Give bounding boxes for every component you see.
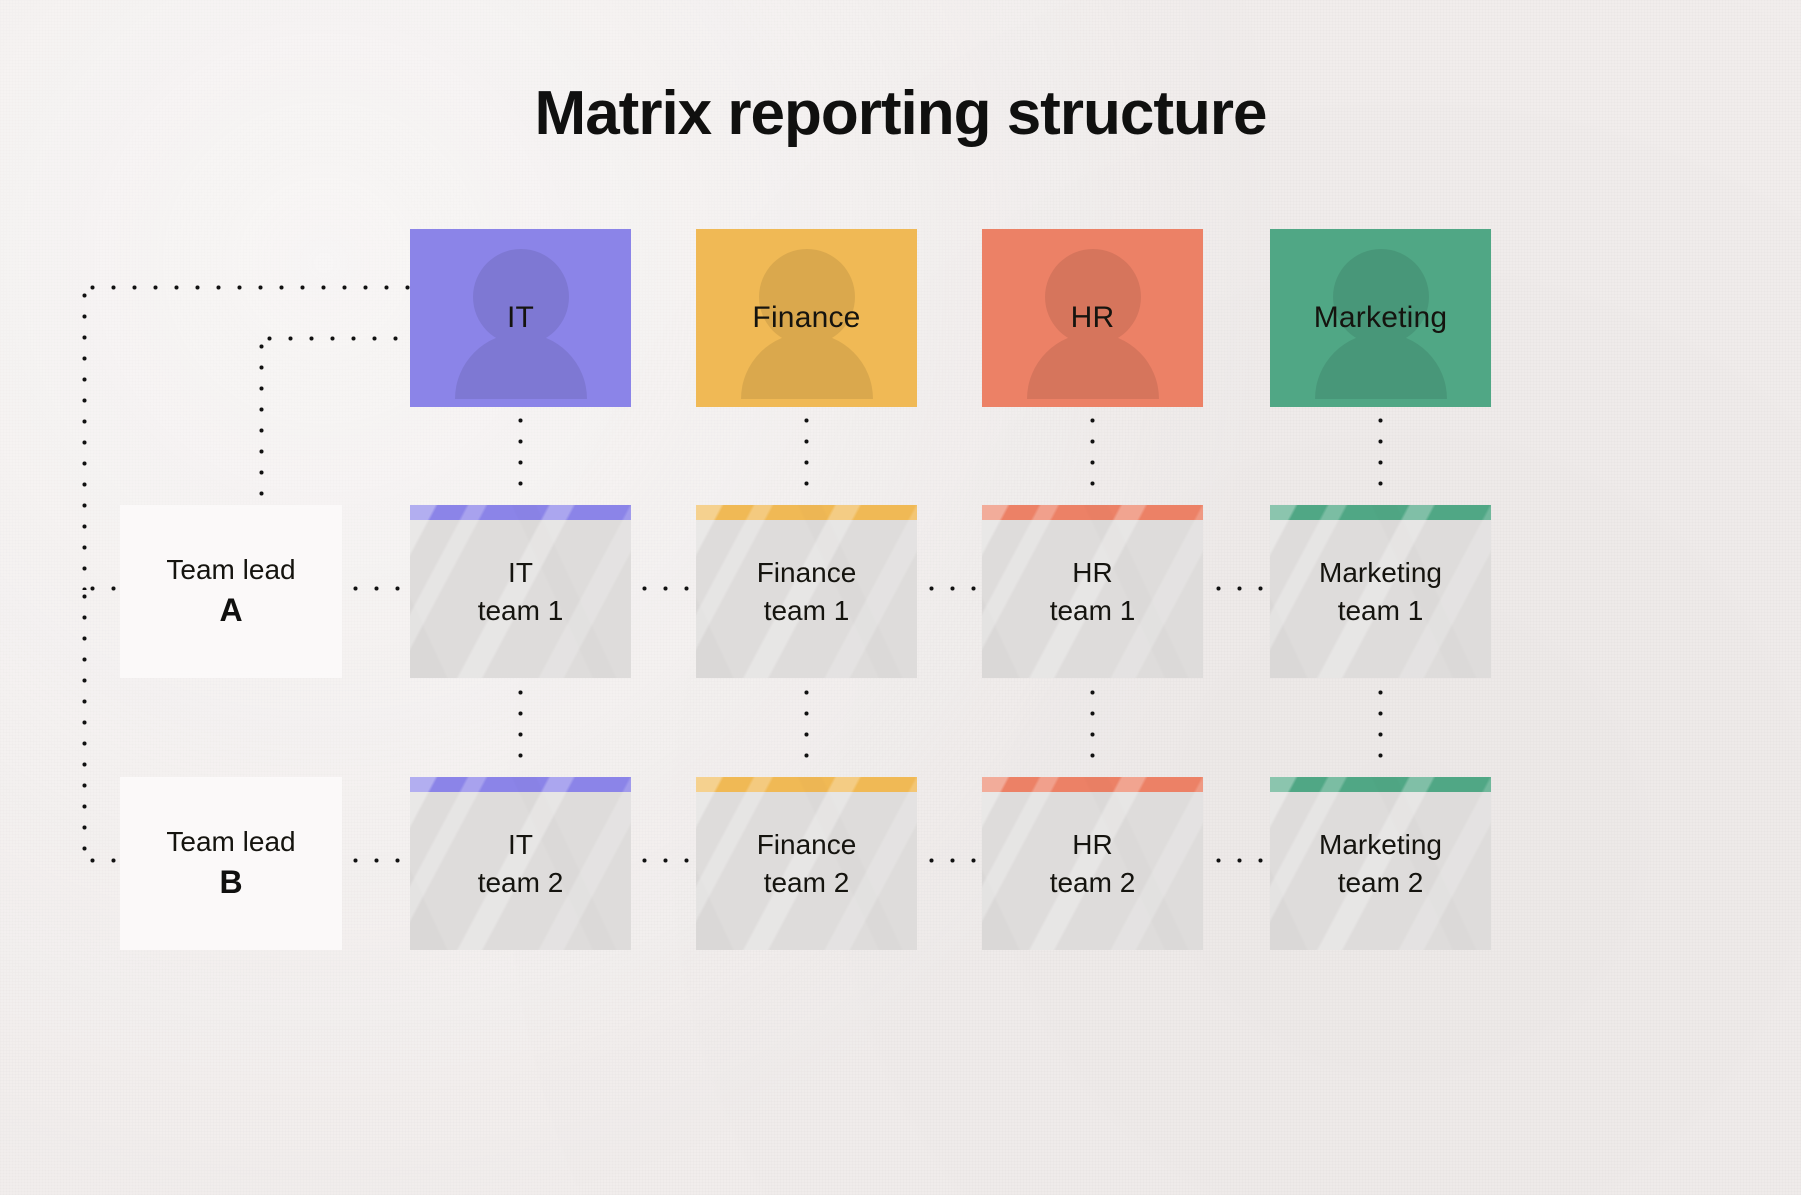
team-box-team: team 1 xyxy=(1337,594,1424,626)
connector-finance-team1-to-team2 xyxy=(804,682,809,772)
team-box-dept: IT xyxy=(508,829,533,861)
connector-lead-a-branch-horizontal xyxy=(82,586,124,591)
team-box-stripe xyxy=(410,777,631,792)
team-box-hr-2[interactable]: HR team 2 xyxy=(982,777,1203,950)
team-box-team: team 1 xyxy=(763,594,850,626)
team-box-team: team 1 xyxy=(477,594,564,626)
connector-lead-a-top-horizontal xyxy=(82,285,414,290)
team-box-stripe xyxy=(410,505,631,520)
connector-row1-lead-to-it xyxy=(345,586,409,591)
team-box-dept: Marketing xyxy=(1319,829,1442,861)
connector-lead-a-left-vertical xyxy=(82,285,87,590)
team-box-team: team 2 xyxy=(763,866,850,898)
team-box-dept: Finance xyxy=(756,557,857,589)
dept-header-label: IT xyxy=(506,301,535,334)
team-box-it-2[interactable]: IT team 2 xyxy=(410,777,631,950)
team-box-stripe xyxy=(982,777,1203,792)
team-box-finance-2[interactable]: Finance team 2 xyxy=(696,777,917,950)
team-box-dept: IT xyxy=(508,557,533,589)
team-box-team: team 1 xyxy=(1049,594,1136,626)
connector-row1-it-to-finance xyxy=(634,586,694,591)
dept-header-finance[interactable]: Finance xyxy=(696,229,917,407)
diagram-canvas: Matrix reporting structure IT Finance HR… xyxy=(0,0,1801,1195)
connector-row2-it-to-finance xyxy=(634,858,694,863)
team-box-stripe xyxy=(982,505,1203,520)
team-box-team: team 2 xyxy=(1337,866,1424,898)
team-box-dept: Finance xyxy=(756,829,857,861)
team-box-dept: Marketing xyxy=(1319,557,1442,589)
connector-marketing-team1-to-team2 xyxy=(1378,682,1383,772)
connector-finance-header-to-team1 xyxy=(804,410,809,502)
team-box-marketing-2[interactable]: Marketing team 2 xyxy=(1270,777,1491,950)
team-box-dept: HR xyxy=(1072,829,1113,861)
connector-row1-finance-to-hr xyxy=(921,586,981,591)
connector-lead-b-branch-horizontal xyxy=(82,858,124,863)
dept-header-marketing[interactable]: Marketing xyxy=(1270,229,1491,407)
connector-lead-b-vertical xyxy=(259,336,264,508)
connector-row1-hr-to-marketing xyxy=(1208,586,1268,591)
connector-it-team1-to-team2 xyxy=(518,682,523,772)
connector-it-header-to-team1 xyxy=(518,410,523,502)
team-box-stripe xyxy=(1270,777,1491,792)
connector-row2-finance-to-hr xyxy=(921,858,981,863)
dept-header-label: Marketing xyxy=(1313,301,1448,334)
team-box-stripe xyxy=(1270,505,1491,520)
team-box-finance-1[interactable]: Finance team 1 xyxy=(696,505,917,678)
team-lead-letter: A xyxy=(219,591,243,628)
connector-hr-header-to-team1 xyxy=(1090,410,1095,502)
dept-header-it[interactable]: IT xyxy=(410,229,631,407)
team-lead-a-box[interactable]: Team lead A xyxy=(120,505,342,678)
team-lead-b-box[interactable]: Team lead B xyxy=(120,777,342,950)
team-box-hr-1[interactable]: HR team 1 xyxy=(982,505,1203,678)
page-title: Matrix reporting structure xyxy=(534,79,1268,148)
dept-header-label: Finance xyxy=(752,301,861,334)
team-box-team: team 2 xyxy=(1049,866,1136,898)
team-box-stripe xyxy=(696,777,917,792)
connector-row2-lead-to-it xyxy=(345,858,409,863)
connector-hr-team1-to-team2 xyxy=(1090,682,1095,772)
team-lead-title: Team lead xyxy=(166,825,296,857)
team-box-stripe xyxy=(696,505,917,520)
team-lead-title: Team lead xyxy=(166,553,296,585)
connector-lead-b-top-horizontal xyxy=(259,336,414,341)
connector-row2-hr-to-marketing xyxy=(1208,858,1268,863)
dept-header-label: HR xyxy=(1070,301,1115,334)
team-box-marketing-1[interactable]: Marketing team 1 xyxy=(1270,505,1491,678)
team-box-team: team 2 xyxy=(477,866,564,898)
connector-lead-b-left-vertical xyxy=(82,586,87,861)
connector-marketing-header-to-team1 xyxy=(1378,410,1383,502)
team-box-dept: HR xyxy=(1072,557,1113,589)
team-lead-letter: B xyxy=(219,863,243,900)
dept-header-hr[interactable]: HR xyxy=(982,229,1203,407)
team-box-it-1[interactable]: IT team 1 xyxy=(410,505,631,678)
